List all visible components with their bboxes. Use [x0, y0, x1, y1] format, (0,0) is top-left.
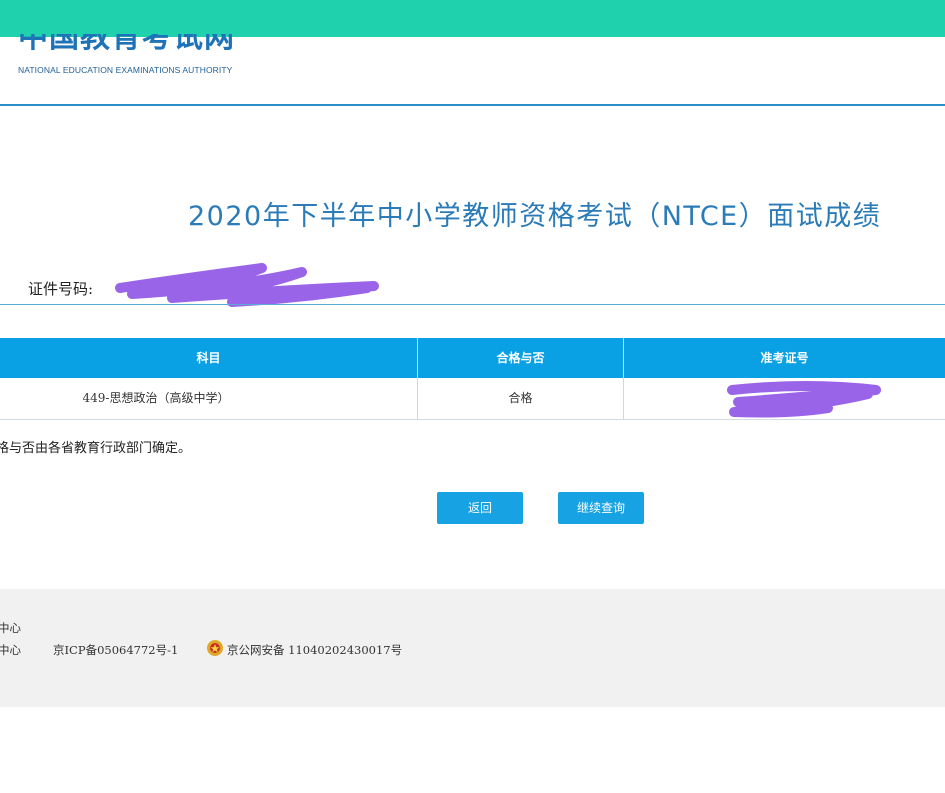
footer-police-record-link[interactable]: 京公网安备 11040202430017号	[227, 642, 402, 658]
footer-org-line-2: 中心	[0, 643, 21, 657]
header-divider	[0, 104, 945, 106]
cell-subject: 449-思想政治（高级中学）	[82, 391, 230, 405]
top-accent-bar	[0, 0, 945, 37]
page-title: 2020年下半年中小学教师资格考试（NTCE）面试成绩	[188, 201, 882, 232]
back-button[interactable]: 返回	[437, 492, 523, 524]
table-header: 科目 合格与否 准考证号	[0, 338, 945, 378]
emblem-icon	[0, 28, 4, 78]
result-note: 格与否由各省教育行政部门确定。	[0, 441, 192, 456]
continue-query-button[interactable]: 继续查询	[558, 492, 644, 524]
footer-org-line-1: 中心	[0, 621, 21, 635]
column-divider	[417, 338, 418, 420]
footer-icp-link[interactable]: 京ICP备05064772号-1	[53, 642, 178, 658]
header-result: 合格与否	[496, 351, 545, 365]
id-field-underline	[0, 304, 945, 305]
header-ticket-number: 准考证号	[760, 351, 809, 365]
site-logo-subtitle: NATIONAL EDUCATION EXAMINATIONS AUTHORIT…	[18, 65, 233, 75]
redaction-scribble	[727, 381, 881, 418]
redaction-scribble	[115, 263, 379, 307]
site-logo[interactable]: 中国教育考试网	[18, 34, 248, 62]
header-subject: 科目	[196, 351, 221, 365]
cell-result: 合格	[508, 391, 533, 405]
police-badge-icon	[207, 640, 223, 656]
column-divider	[623, 338, 624, 420]
id-number-label: 证件号码:	[28, 280, 94, 298]
